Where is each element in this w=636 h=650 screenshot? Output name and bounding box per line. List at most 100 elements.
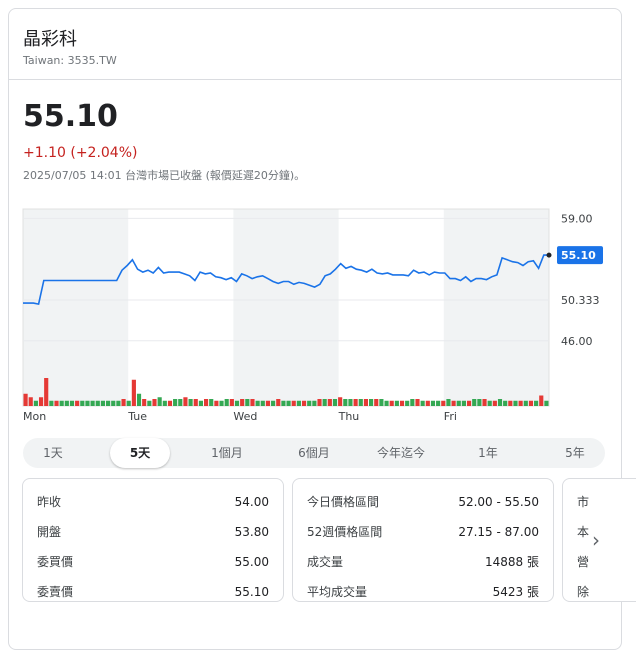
volume-bar: [528, 400, 534, 406]
volume-bar: [430, 400, 436, 406]
volume-bar: [451, 400, 456, 406]
stat-row: 52週價格區間 27.15 - 87.00: [293, 517, 553, 547]
stat-row: 除: [563, 577, 636, 601]
volume-bar: [281, 400, 286, 406]
volume-bar: [503, 400, 508, 406]
price-chart[interactable]: 59.00 50.333 46.00 55.10 Mon Tue Wed Thu Fri: [9, 199, 621, 434]
volume-bar: [64, 400, 69, 406]
volume-bar: [111, 400, 116, 406]
stats-panel-mid: 今日價格區間 52.00 - 55.50 52週價格區間 27.15 - 87.00 成…: [292, 478, 554, 602]
volume-bar: [461, 400, 466, 406]
stat-value: 52.00 - 55.50: [458, 495, 539, 509]
range-tab[interactable]: 5年: [545, 438, 605, 468]
volume-bar: [69, 400, 75, 406]
stat-row: 成交量 14888 張: [293, 547, 553, 577]
volume-bar: [374, 399, 379, 406]
stat-label: 52週價格區間: [307, 525, 383, 539]
day-band: [23, 209, 129, 406]
volume-bar: [28, 397, 33, 406]
price-change: +1.10 (+2.04%): [23, 145, 138, 161]
stock-name: 晶彩科: [23, 29, 77, 50]
range-tab[interactable]: 6個月: [284, 438, 344, 468]
range-tab[interactable]: 1年: [458, 438, 518, 468]
volume-bar: [100, 400, 106, 406]
volume-bar: [358, 399, 363, 406]
volume-bar: [265, 400, 271, 406]
stat-label: 委賣價: [37, 585, 74, 599]
stat-label: 成交量: [307, 555, 344, 569]
range-tab[interactable]: 5天: [110, 438, 170, 468]
volume-bar: [544, 400, 549, 406]
volume-bar: [183, 397, 188, 406]
volume-bar: [219, 400, 224, 406]
stat-label: 昨收: [37, 495, 62, 509]
volume-bar: [497, 399, 503, 406]
current-price: 55.10: [23, 99, 118, 134]
x-tick-label: Fri: [444, 410, 457, 423]
volume-bar: [276, 399, 281, 406]
volume-bar: [75, 400, 80, 406]
stat-label: 今日價格區間: [307, 495, 380, 509]
volume-bar: [147, 400, 152, 406]
stat-value: 14888 張: [485, 555, 539, 569]
volume-bar: [193, 399, 198, 406]
volume-bar: [167, 400, 173, 406]
volume-bar: [492, 400, 497, 406]
volume-bar: [539, 395, 544, 406]
stat-label: 委買價: [37, 555, 74, 569]
volume-bar: [260, 400, 265, 406]
volume-bar: [363, 399, 369, 406]
volume-bar: [271, 400, 276, 406]
volume-bar: [523, 400, 528, 406]
volume-bar: [425, 400, 430, 406]
last-price-dot: [546, 252, 552, 258]
range-tab[interactable]: 今年迄今: [371, 438, 431, 468]
volume-bar: [198, 400, 203, 406]
volume-bar: [203, 399, 209, 406]
volume-bar: [286, 400, 291, 406]
volume-bar: [178, 399, 183, 406]
volume-bar: [33, 400, 38, 406]
volume-bar: [23, 393, 28, 406]
stat-row: 市: [563, 487, 636, 517]
volume-bar: [369, 399, 374, 406]
volume-bar: [162, 400, 167, 406]
stat-row: 今日價格區間 52.00 - 55.50: [293, 487, 553, 517]
volume-bar: [327, 399, 332, 406]
volume-bar: [477, 399, 482, 406]
range-tab[interactable]: 1天: [23, 438, 83, 468]
volume-bar: [353, 399, 358, 406]
stat-value: 55.00: [234, 555, 269, 569]
day-band: [443, 209, 549, 406]
volume-bar: [59, 400, 64, 406]
volume-bar: [508, 400, 513, 406]
volume-bar: [312, 400, 317, 406]
volume-bar: [245, 399, 250, 406]
volume-bar: [394, 400, 399, 406]
volume-bar: [307, 400, 312, 406]
range-tab[interactable]: 1個月: [197, 438, 257, 468]
volume-bar: [121, 399, 126, 406]
y-tick-label: 46.00: [561, 335, 593, 348]
chevron-right-icon[interactable]: ›: [586, 528, 606, 552]
volume-bar: [317, 399, 322, 406]
volume-bar: [534, 400, 539, 406]
volume-bar: [446, 399, 451, 406]
stat-row: 昨收 54.00: [23, 487, 283, 517]
x-tick-label: Wed: [233, 410, 257, 423]
volume-bar: [379, 399, 384, 406]
volume-bar: [291, 400, 296, 406]
volume-bar: [173, 399, 178, 406]
volume-bar: [38, 397, 44, 406]
volume-bar: [296, 400, 301, 406]
volume-bar: [405, 400, 410, 406]
quote-timestamp: 2025/07/05 14:01 台灣市場已收盤 (報價延遲20分鐘)。: [23, 169, 306, 182]
volume-bar: [389, 400, 394, 406]
x-tick-label: Tue: [127, 410, 147, 423]
stats-panel-left: 昨收 54.00 開盤 53.80 委買價 55.00 委賣價 55.10: [22, 478, 284, 602]
volume-bar: [116, 400, 121, 406]
stat-value: 55.10: [234, 585, 269, 599]
volume-bar: [301, 400, 307, 406]
volume-bar: [472, 399, 477, 406]
volume-bar: [399, 400, 405, 406]
